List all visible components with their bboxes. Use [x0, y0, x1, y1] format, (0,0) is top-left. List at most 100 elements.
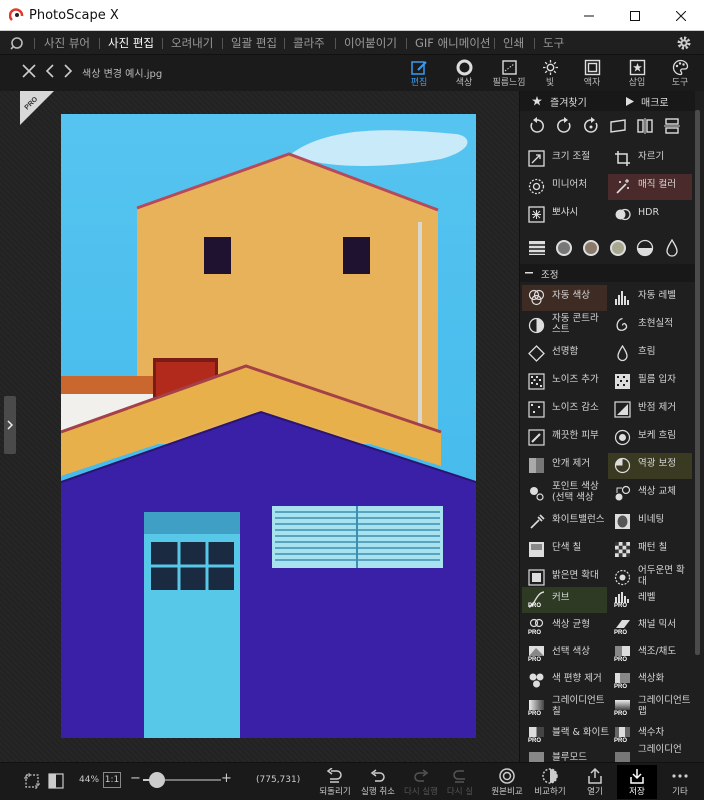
redo-all-button[interactable]: 다시 실 — [444, 765, 476, 799]
tool-crop[interactable]: 자르기 — [608, 146, 692, 172]
menu-collage[interactable]: 콜라주 — [293, 35, 325, 51]
menu-photo-edit[interactable]: 사진 편집 — [108, 35, 154, 51]
undo-button[interactable]: 실행 취소 — [358, 765, 398, 799]
tab-light[interactable]: 빛 — [529, 57, 571, 91]
tool-curves[interactable]: PRO 커브 — [522, 587, 607, 613]
tool-point-color[interactable]: 포인트 색상 (선택 색상 — [522, 481, 607, 507]
tool-black-white[interactable]: PRO 블랙 & 화이트 — [522, 722, 609, 748]
tool-despeckle[interactable]: 반점 제거 — [608, 397, 692, 423]
open-button[interactable]: 열기 — [578, 765, 612, 799]
tool-white-balance[interactable]: 화이트밸런스 — [522, 509, 607, 535]
panel-scrollbar[interactable] — [695, 110, 700, 655]
rotate-right-icon[interactable] — [555, 117, 573, 135]
tool-gradient-fill[interactable]: PRO 그레이디언트 칠 — [522, 695, 607, 721]
split-view-icon[interactable] — [48, 773, 64, 789]
zoom-in-button[interactable]: + — [221, 771, 232, 786]
preset-warm-icon[interactable] — [582, 239, 600, 257]
tool-auto-contrast[interactable]: 자동 콘트라스트 — [522, 313, 607, 339]
tab-edit[interactable]: 편집 — [398, 57, 440, 91]
tool-reduce-noise[interactable]: 노이즈 감소 — [522, 397, 607, 423]
list-icon[interactable] — [528, 239, 546, 257]
minimize-button[interactable] — [566, 0, 612, 31]
tool-dehaze[interactable]: 안개 제거 — [522, 453, 607, 479]
zoom-slider[interactable] — [143, 772, 221, 788]
zoom-slider-knob[interactable] — [149, 772, 166, 788]
tool-auto-color[interactable]: 자동 색상 — [522, 285, 607, 311]
more-button[interactable]: 기타 — [662, 765, 698, 799]
resize-icon — [528, 150, 545, 167]
tool-miniature[interactable]: 미니어처 — [522, 174, 607, 200]
tool-blend-mode[interactable]: 블루모드 — [522, 747, 607, 762]
tool-blur[interactable]: 흐림 — [608, 341, 692, 367]
section-adjust-label: 조정 — [541, 270, 559, 281]
tool-surreal[interactable]: 초현실적 — [608, 313, 692, 339]
tab-frame[interactable]: 액자 — [571, 57, 613, 91]
tool-gradient-map[interactable]: PRO 그레이디언트 맵 — [608, 695, 692, 721]
redo-button[interactable]: 다시 실행 — [401, 765, 441, 799]
favorites-link[interactable]: 즐겨찾기 — [550, 94, 587, 109]
pro-badge: PRO — [614, 738, 627, 743]
tool-gradient-extra[interactable]: 그레이디언 — [608, 745, 692, 762]
zoom-out-button[interactable]: − — [130, 771, 141, 786]
revert-button[interactable]: 되돌리기 — [316, 765, 354, 799]
tool-bokeh-blur[interactable]: 보케 흐림 — [608, 425, 692, 451]
tool-color-balance[interactable]: PRO 색상 균형 — [522, 614, 607, 640]
edit-toolbar: 색상 변경 예시.jpg 편집 색상 필름느낌 빛 액자 삽입 도구 — [0, 55, 704, 91]
tool-add-noise[interactable]: 노이즈 추가 — [522, 369, 607, 395]
tool-pattern-fill[interactable]: 패턴 칠 — [608, 537, 692, 563]
close-image-icon[interactable] — [22, 64, 36, 78]
flip-vertical-icon[interactable] — [663, 117, 681, 135]
tab-insert[interactable]: 삽입 — [616, 57, 658, 91]
macro-link[interactable]: 매크로 — [641, 94, 669, 109]
tab-color[interactable]: 색상 — [443, 57, 485, 91]
tool-remove-color-cast[interactable]: 색 편향 제거 — [522, 668, 607, 694]
straighten-icon[interactable] — [609, 117, 627, 135]
compare-button[interactable]: 비교하기 — [530, 765, 570, 799]
selection-marquee-icon[interactable] — [24, 773, 40, 789]
preset-half-icon[interactable] — [636, 239, 654, 257]
tool-magic-color[interactable]: 매직 컬러 — [608, 174, 692, 200]
preset-gray-icon[interactable] — [555, 239, 573, 257]
tool-backlight[interactable]: 역광 보정 — [608, 453, 692, 479]
left-panel-toggle[interactable] — [4, 396, 16, 454]
flip-horizontal-icon[interactable] — [636, 117, 654, 135]
rotate-arbitrary-icon[interactable] — [582, 117, 600, 135]
maximize-button[interactable] — [612, 0, 658, 31]
gear-icon[interactable] — [676, 35, 692, 51]
tool-solid-fill[interactable]: 단색 칠 — [522, 537, 607, 563]
menu-cutout[interactable]: 오려내기 — [171, 35, 213, 51]
tool-levels[interactable]: PRO 레벨 — [608, 587, 692, 613]
tool-film-grain[interactable]: 필름 입자 — [608, 369, 692, 395]
menu-batch-edit[interactable]: 일괄 편집 — [231, 35, 277, 51]
tool-auto-level[interactable]: 자동 레벨 — [608, 285, 692, 311]
tool-clean-skin[interactable]: 깨끗한 피부 — [522, 425, 607, 451]
tool-vignette[interactable]: 비네팅 — [608, 509, 692, 535]
menu-combine[interactable]: 이어붙이기 — [344, 35, 397, 51]
menu-gif-animation[interactable]: GIF 애니메이션 — [415, 35, 490, 51]
rotate-left-icon[interactable] — [528, 117, 546, 135]
menu-photo-viewer[interactable]: 사진 뷰어 — [44, 35, 90, 51]
chevron-left-icon[interactable] — [45, 64, 55, 78]
menu-tools[interactable]: 도구 — [543, 35, 564, 51]
tool-sharpen[interactable]: 선명함 — [522, 341, 607, 367]
tool-selective-color[interactable]: PRO 선택 색상 — [522, 641, 607, 667]
tool-hue-saturation[interactable]: PRO 색조/채도 — [608, 641, 692, 667]
chevron-right-icon[interactable] — [63, 64, 73, 78]
original-compare-button[interactable]: 원본비교 — [487, 765, 527, 799]
tool-hdr[interactable]: HDR — [608, 202, 692, 228]
search-icon[interactable] — [10, 36, 24, 50]
tool-resize[interactable]: 크기 조절 — [522, 146, 607, 172]
preset-light-icon[interactable] — [609, 239, 627, 257]
section-adjust-header[interactable]: 조정 — [520, 264, 695, 282]
tool-replace-color[interactable]: 색상 교체 — [608, 481, 692, 507]
tab-tools[interactable]: 도구 — [659, 57, 701, 91]
menu-print[interactable]: 인쇄 — [503, 35, 524, 51]
actual-size-button[interactable]: 1:1 — [103, 772, 121, 788]
tab-film[interactable]: 필름느낌 — [488, 57, 530, 91]
close-button[interactable] — [658, 0, 704, 31]
drop-icon[interactable] — [663, 239, 681, 257]
save-button[interactable]: 저장 — [617, 765, 657, 799]
tool-channel-mixer[interactable]: PRO 채널 믹서 — [608, 614, 692, 640]
tool-bloom[interactable]: 뽀샤시 — [522, 202, 607, 228]
tool-colorize[interactable]: PRO 색상화 — [608, 668, 692, 694]
